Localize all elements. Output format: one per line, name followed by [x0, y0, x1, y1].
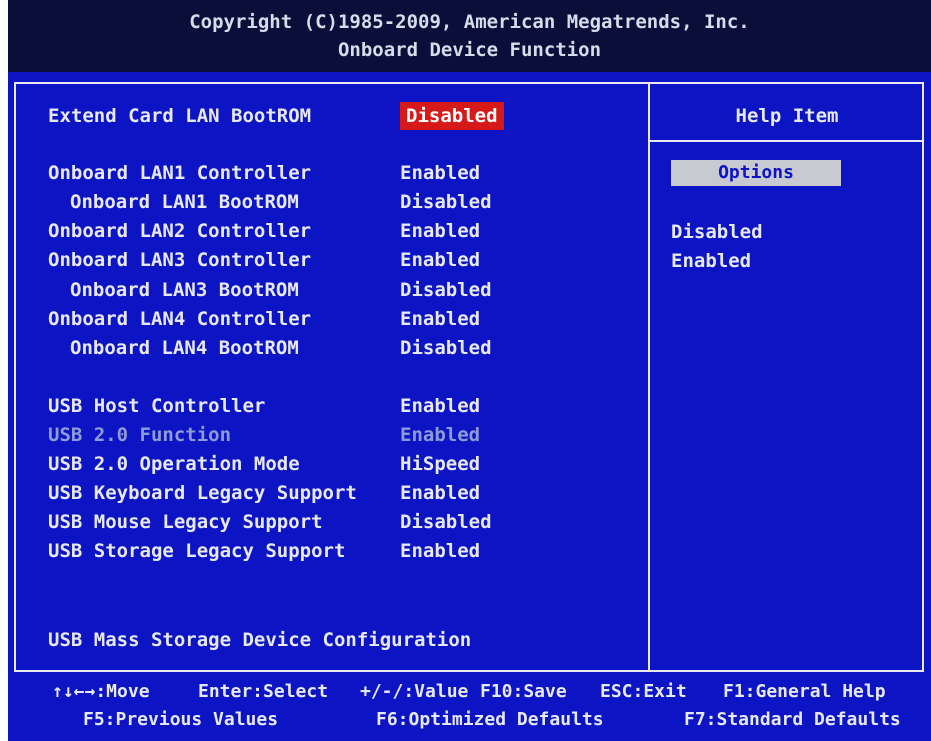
- help-item-title: Help Item: [735, 105, 839, 127]
- setting-label-usb-storage-legacy-support[interactable]: USB Storage Legacy Support: [48, 537, 345, 565]
- setting-value-usb-storage-legacy-support[interactable]: Enabled: [400, 537, 480, 565]
- setting-value-usb-host-controller[interactable]: Enabled: [400, 392, 480, 420]
- setting-label-usb-2-0-operation-mode[interactable]: USB 2.0 Operation Mode: [48, 450, 300, 478]
- page-title: Onboard Device Function: [337, 39, 602, 61]
- setting-value-usb-2-0-operation-mode[interactable]: HiSpeed: [400, 450, 480, 478]
- key-hint-exit: ESC:Exit: [600, 681, 687, 702]
- setting-label-onboard-lan3-controller[interactable]: Onboard LAN3 Controller: [48, 246, 311, 274]
- setting-label-usb-host-controller[interactable]: USB Host Controller: [48, 392, 265, 420]
- submenu-usb-mass-storage-device-configuration[interactable]: USB Mass Storage Device Configuration: [48, 626, 471, 654]
- setting-label-onboard-lan4-bootrom[interactable]: Onboard LAN4 BootROM: [70, 334, 299, 362]
- key-hint-move: ↑↓←→:Move: [52, 681, 150, 702]
- option-enabled: Enabled: [671, 250, 752, 272]
- setting-value-usb-2-0-function: Enabled: [400, 424, 481, 446]
- setting-value-onboard-lan2-controller[interactable]: Enabled: [400, 217, 480, 245]
- key-hint-select: Enter:Select: [198, 681, 329, 702]
- setting-value-onboard-lan1-bootrom[interactable]: Disabled: [400, 188, 492, 216]
- setting-label-onboard-lan2-controller[interactable]: Onboard LAN2 Controller: [48, 217, 311, 245]
- setting-label-onboard-lan4-controller[interactable]: Onboard LAN4 Controller: [48, 305, 311, 333]
- setting-value-usb-keyboard-legacy-support[interactable]: Enabled: [400, 479, 480, 507]
- setting-label-usb-keyboard-legacy-support[interactable]: USB Keyboard Legacy Support: [48, 479, 357, 507]
- setting-value-onboard-lan3-controller[interactable]: Enabled: [400, 246, 480, 274]
- setting-label-onboard-lan1-bootrom[interactable]: Onboard LAN1 BootROM: [70, 188, 299, 216]
- options-header: Options: [671, 160, 841, 186]
- help-separator: [650, 140, 924, 142]
- setting-value-usb-mouse-legacy-support[interactable]: Disabled: [400, 508, 492, 536]
- option-disabled: Disabled: [671, 221, 763, 243]
- copyright-text: Copyright (C)1985-2009, American Megatre…: [189, 11, 750, 33]
- key-hint-value: +/-/:Value: [360, 681, 469, 702]
- setting-value-onboard-lan4-controller[interactable]: Enabled: [400, 305, 480, 333]
- key-hint-save: F10:Save: [480, 681, 567, 702]
- key-help-footer: ↑↓←→:Move Enter:Select +/-/:Value F10:Sa…: [8, 676, 931, 741]
- setting-label-onboard-lan3-bootrom[interactable]: Onboard LAN3 BootROM: [70, 276, 299, 304]
- setting-value-extend-card-lan-bootrom[interactable]: Disabled: [400, 102, 504, 130]
- setting-label-usb-2-0-function: USB 2.0 Function: [48, 424, 232, 446]
- key-hint-previous-values: F5:Previous Values: [83, 709, 279, 730]
- setting-value-onboard-lan1-controller[interactable]: Enabled: [400, 159, 480, 187]
- key-hint-optimized-defaults: F6:Optimized Defaults: [376, 709, 604, 730]
- key-hint-general-help: F1:General Help: [723, 681, 886, 702]
- setting-label-extend-card-lan-bootrom[interactable]: Extend Card LAN BootROM: [48, 102, 311, 130]
- key-hint-standard-defaults: F7:Standard Defaults: [684, 709, 901, 730]
- setting-label-usb-mouse-legacy-support[interactable]: USB Mouse Legacy Support: [48, 508, 323, 536]
- bios-header: Copyright (C)1985-2009, American Megatre…: [8, 0, 931, 72]
- setting-label-onboard-lan1-controller[interactable]: Onboard LAN1 Controller: [48, 159, 311, 187]
- setting-value-onboard-lan3-bootrom[interactable]: Disabled: [400, 276, 492, 304]
- panel-divider: [648, 82, 650, 672]
- bios-screen: Copyright (C)1985-2009, American Megatre…: [8, 0, 931, 741]
- setting-value-onboard-lan4-bootrom[interactable]: Disabled: [400, 334, 492, 362]
